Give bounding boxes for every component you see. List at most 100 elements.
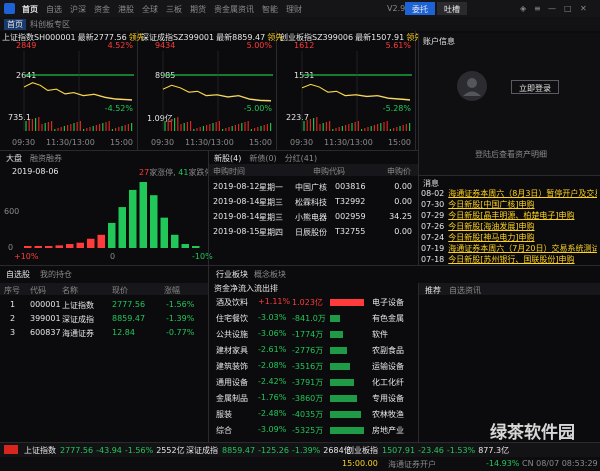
account-hint: 登陆后查看资产明细	[475, 150, 547, 159]
breadth-bar	[139, 182, 147, 248]
main-tab-0[interactable]: 首页	[22, 4, 38, 15]
watch-pct: -1.39%	[166, 314, 195, 323]
news-item[interactable]: 07-26 今日新股[海油发展]申购	[421, 221, 597, 232]
news-text: 今日新股[神马电力]申购	[448, 233, 535, 242]
trade-button[interactable]: 委托	[405, 2, 435, 15]
login-button[interactable]: 立即登录	[511, 80, 559, 94]
watch-row[interactable]: 3 600837 海通证券 12.84 -0.77%	[0, 326, 208, 339]
ipo-code: 002959	[335, 212, 366, 221]
index-top-pct: 5.61%	[385, 41, 411, 50]
sector-row[interactable]: 住宅餐饮 -3.03% -841.0万 有色金属	[212, 311, 416, 326]
tab-holdings[interactable]: 我的持仓	[40, 269, 72, 280]
close-icon[interactable]: ✕	[580, 4, 587, 13]
ticker-item[interactable]: 深证成指 8859.47 -125.26 -1.39% 2684亿	[186, 445, 352, 456]
subtab-star-market[interactable]: 科创板专区	[30, 19, 70, 30]
index-chart-2[interactable]: 创业板指SZ399006最新1507.91领先16125.61%1531-5.2…	[278, 31, 422, 150]
sector-flow-bar	[330, 395, 357, 402]
tab-margin[interactable]: 融资融券	[30, 153, 62, 164]
news-item[interactable]: 07-29 今日新股[晶丰明源、柏楚电子]申购	[421, 210, 597, 221]
main-tab-9[interactable]: 资讯	[238, 4, 254, 15]
index-time-1: 11:30/13:00	[324, 138, 373, 147]
tab-market[interactable]: 大盘	[6, 153, 22, 164]
index-time-1: 11:30/13:00	[46, 138, 95, 147]
index-code: SZ399006	[312, 33, 354, 42]
news-item[interactable]: 07-24 今日新股[神马电力]申购	[421, 232, 597, 243]
sector-row[interactable]: 公共设施 -3.06% -1774万 软件	[212, 327, 416, 342]
tab-recommend[interactable]: 推荐	[425, 285, 441, 296]
main-tab-4[interactable]: 港股	[118, 4, 134, 15]
tab-concept[interactable]: 概念板块	[254, 269, 286, 280]
sector-name: 服装	[216, 410, 232, 419]
watch-no: 2	[10, 314, 16, 323]
ipo-row[interactable]: 2019-08-14 星期三 松霖科技 T32992 0.00	[209, 195, 418, 209]
watch-row[interactable]: 2 399001 深证成指 8859.47 -1.39%	[0, 312, 208, 325]
ipo-date: 2019-08-12	[213, 182, 260, 191]
watermark: 绿茶软件园	[490, 423, 575, 443]
breadth-bar	[24, 246, 32, 248]
index-chart-0[interactable]: 上证指数SH000001最新2777.56领先28494.52%2641-4.5…	[0, 31, 145, 150]
index-code: SZ399001	[173, 33, 215, 42]
skin-icon[interactable]: ◈	[520, 4, 526, 13]
ipo-tab-2[interactable]: 分红(41)	[285, 154, 317, 163]
maximize-icon[interactable]: □	[564, 4, 572, 13]
watch-name: 深证成指	[62, 315, 94, 324]
status-label: 海通证券开户	[388, 460, 436, 469]
index-sparkline	[23, 51, 134, 131]
ticker-item[interactable]: 创业板指 1507.91 -23.46 -1.53% 877.3亿	[346, 445, 509, 456]
down-limit-count: 41	[178, 168, 189, 177]
index-chart-1[interactable]: 深证成指SZ399001最新8859.47领先94345.00%8985-5.0…	[139, 31, 283, 150]
sector-row[interactable]: 建筑装饰 -2.08% -3516万 运输设备	[212, 359, 416, 374]
main-tab-10[interactable]: 智能	[262, 4, 278, 15]
ticker-pct: -1.53%	[446, 446, 476, 455]
news-item[interactable]: 07-19海通证券本周六（7月20日）交易系统测试公告	[421, 243, 597, 254]
ipo-tab-1[interactable]: 新债(0)	[249, 154, 276, 163]
sector-flow: -841.0万	[292, 314, 326, 323]
news-text: 海通证券本周六（7月20日）交易系统测试公告	[448, 244, 597, 253]
news-item[interactable]: 07-30 今日新股[中国广核]申购	[421, 199, 597, 210]
sector-row[interactable]: 服装 -2.48% -4035万 农林牧渔	[212, 407, 416, 422]
index-time-2: 15:00	[109, 138, 133, 147]
main-tab-8[interactable]: 贵金属	[214, 4, 238, 15]
sector-row[interactable]: 综合 -3.09% -5325万 房地产业	[212, 423, 416, 438]
breadth-histogram	[24, 182, 200, 248]
tab-industry[interactable]: 行业板块	[216, 269, 248, 280]
sector-row[interactable]: 建材家具 -2.61% -2776万 农副食品	[212, 343, 416, 358]
sector-row[interactable]: 金属制品 -1.76% -3860万 专用设备	[212, 391, 416, 406]
ipo-date: 2019-08-15	[213, 227, 260, 236]
ipo-tab-0[interactable]: 新股(4)	[214, 154, 241, 163]
main-tab-2[interactable]: 沪深	[70, 4, 86, 15]
watch-row[interactable]: 1 000001 上证指数 2777.56 -1.56%	[0, 298, 208, 311]
breadth-bar	[66, 244, 74, 248]
main-tab-1[interactable]: 自选	[46, 4, 62, 15]
ticker-amt: 2552亿	[156, 446, 185, 455]
menu-icon[interactable]: ≡	[534, 4, 541, 13]
comment-button[interactable]: 吐槽	[437, 2, 467, 15]
watch-no: 3	[10, 328, 16, 337]
subtab-home[interactable]: 首页	[4, 19, 26, 30]
tab-my-news[interactable]: 自选资讯	[449, 285, 481, 296]
breadth-bar	[76, 242, 84, 248]
news-item[interactable]: 07-18 今日新股[苏州银行、国联股份]申购	[421, 254, 597, 265]
ipo-row[interactable]: 2019-08-12 星期一 中国广核 003816 0.00	[209, 180, 418, 194]
watch-name: 海通证券	[62, 329, 94, 338]
ipo-row[interactable]: 2019-08-14 星期三 小熊电器 002959 34.25	[209, 210, 418, 224]
main-tab-3[interactable]: 资金	[94, 4, 110, 15]
ipo-row[interactable]: 2019-08-15 星期四 日辰股份 T32755 0.00	[209, 225, 418, 239]
news-item[interactable]: 08-02 海通证券本周六（8月3日）暂停开户及交易...	[421, 188, 597, 199]
watch-no: 1	[10, 300, 16, 309]
ticker-item[interactable]: 上证指数 2777.56 -43.94 -1.56% 2552亿	[24, 445, 185, 456]
main-tab-6[interactable]: 三板	[166, 4, 182, 15]
ipo-price: 0.00	[394, 182, 412, 191]
sector-row[interactable]: 通用设备 -2.42% -3791万 化工化纤	[212, 375, 416, 390]
main-tab-7[interactable]: 期货	[190, 4, 206, 15]
watch-col-4: 涨幅	[164, 286, 180, 295]
main-tab-11[interactable]: 理财	[286, 4, 302, 15]
main-tab-5[interactable]: 全球	[142, 4, 158, 15]
minimize-icon[interactable]: —	[548, 4, 556, 13]
watch-price: 12.84	[112, 328, 135, 337]
sector-row[interactable]: 酒及饮料 +1.11% 1.023亿 电子设备	[212, 295, 416, 310]
avatar	[457, 71, 487, 101]
ipo-day: 星期一	[259, 183, 283, 192]
tab-watchlist[interactable]: 自选股	[6, 269, 30, 280]
sector-subtitle: 资金净流入流出排	[214, 284, 278, 293]
